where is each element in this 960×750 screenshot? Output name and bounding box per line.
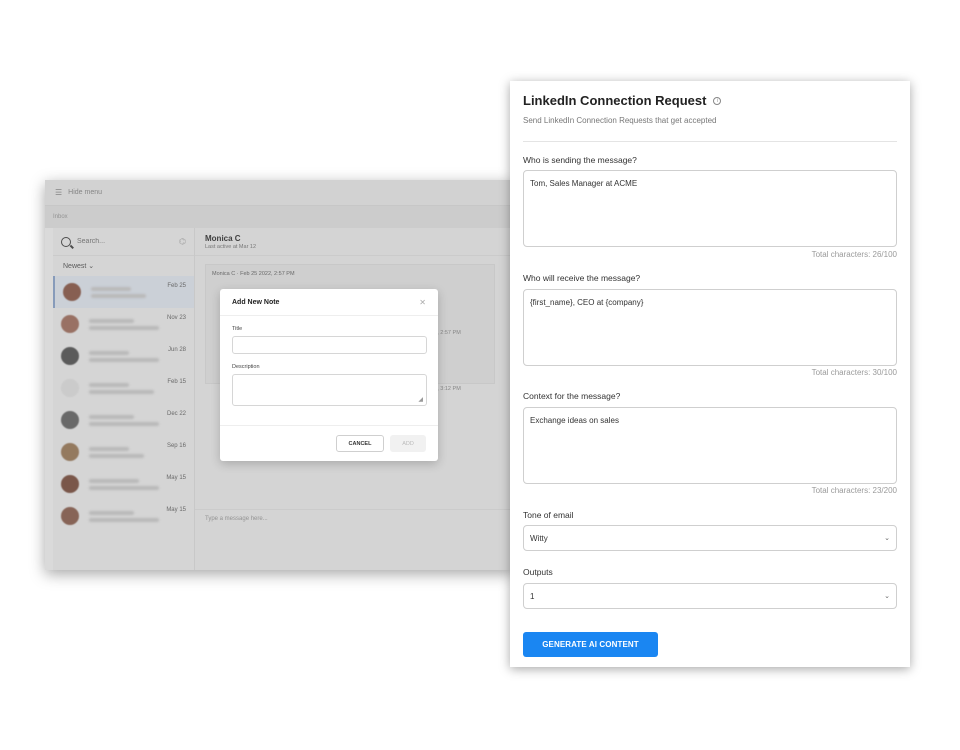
add-note-modal: Add New Note ✕ Title Description ◢ CANCE… xyxy=(220,289,438,461)
generate-button[interactable]: GENERATE AI CONTENT xyxy=(523,632,658,657)
context-field[interactable]: Exchange ideas on sales xyxy=(523,407,897,484)
sender-label: Who is sending the message? xyxy=(523,155,637,165)
resize-handle-icon[interactable]: ◢ xyxy=(418,396,423,403)
divider xyxy=(523,141,897,142)
receiver-label: Who will receive the message? xyxy=(523,273,641,283)
add-button[interactable]: ADD xyxy=(390,435,426,452)
chevron-down-icon: ⌄ xyxy=(884,535,890,542)
sender-char-count: Total characters: 26/100 xyxy=(811,250,897,259)
outputs-label: Outputs xyxy=(523,567,553,577)
tone-select[interactable]: Witty ⌄ xyxy=(523,525,897,551)
panel-subtitle: Send LinkedIn Connection Requests that g… xyxy=(523,116,717,125)
outputs-select[interactable]: 1 ⌄ xyxy=(523,583,897,609)
cancel-button[interactable]: CANCEL xyxy=(336,435,384,452)
outputs-value: 1 xyxy=(530,591,535,601)
receiver-field[interactable]: {first_name}, CEO at {company} xyxy=(523,289,897,366)
linkedin-request-panel: LinkedIn Connection Request i Send Linke… xyxy=(510,81,910,667)
tone-label: Tone of email xyxy=(523,510,574,520)
sender-field[interactable]: Tom, Sales Manager at ACME xyxy=(523,170,897,247)
description-input[interactable]: ◢ xyxy=(232,374,427,406)
panel-title-text: LinkedIn Connection Request xyxy=(523,93,707,108)
context-char-count: Total characters: 23/200 xyxy=(811,486,897,495)
title-input[interactable] xyxy=(232,336,427,354)
context-label: Context for the message? xyxy=(523,391,621,401)
panel-title: LinkedIn Connection Request i xyxy=(523,93,722,108)
modal-title: Add New Note xyxy=(232,298,280,306)
modal-footer: CANCEL ADD xyxy=(220,425,438,461)
title-label: Title xyxy=(232,326,243,332)
chevron-down-icon: ⌄ xyxy=(884,593,890,600)
description-label: Description xyxy=(232,364,260,370)
tone-value: Witty xyxy=(530,533,548,543)
close-icon[interactable]: ✕ xyxy=(419,298,426,307)
info-icon[interactable]: i xyxy=(713,96,722,105)
receiver-char-count: Total characters: 30/100 xyxy=(811,368,897,377)
modal-header: Add New Note ✕ xyxy=(220,289,438,316)
